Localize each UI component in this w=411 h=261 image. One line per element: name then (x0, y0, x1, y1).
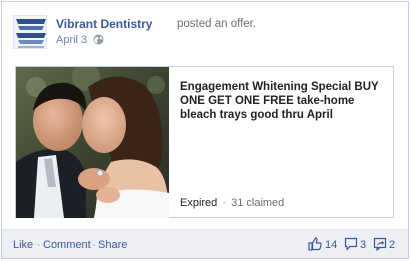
share-icon[interactable] (373, 237, 387, 252)
offer-title[interactable]: Engagement Whitening Special BUY ONE GET… (180, 80, 388, 122)
comment-link[interactable]: Comment (43, 239, 91, 251)
likes-count[interactable]: 14 (325, 239, 337, 251)
footer-separator: · (37, 239, 41, 251)
page-name-link[interactable]: Vibrant Dentistry (56, 17, 152, 31)
offer-box[interactable]: Engagement Whitening Special BUY ONE GET… (15, 66, 394, 218)
speech-bubble-icon[interactable] (344, 237, 358, 251)
vibrant-dentistry-logo (14, 16, 46, 48)
offer-expired-label: Expired (180, 197, 218, 209)
offer-post-card: Vibrant Dentistry posted an offer. April… (1, 1, 409, 259)
post-action-text: posted an offer. (177, 18, 257, 30)
footer-separator: · (92, 239, 96, 251)
share-link[interactable]: Share (98, 239, 127, 251)
post-footer: Like · Comment · Share 14 3 2 (2, 229, 408, 258)
page-avatar[interactable] (13, 15, 47, 49)
shares-count[interactable]: 2 (389, 239, 395, 251)
offer-claims-count: 31 claimed (231, 197, 285, 209)
comments-count[interactable]: 3 (360, 239, 366, 251)
like-link[interactable]: Like (13, 239, 33, 251)
post-timestamp[interactable]: April 3 (56, 34, 87, 46)
offer-photo[interactable] (16, 67, 169, 218)
thumbs-up-icon[interactable] (308, 237, 322, 251)
offer-separator: · (222, 197, 227, 209)
offer-status: Expired · 31 claimed (180, 197, 284, 209)
globe-icon[interactable] (93, 34, 104, 45)
